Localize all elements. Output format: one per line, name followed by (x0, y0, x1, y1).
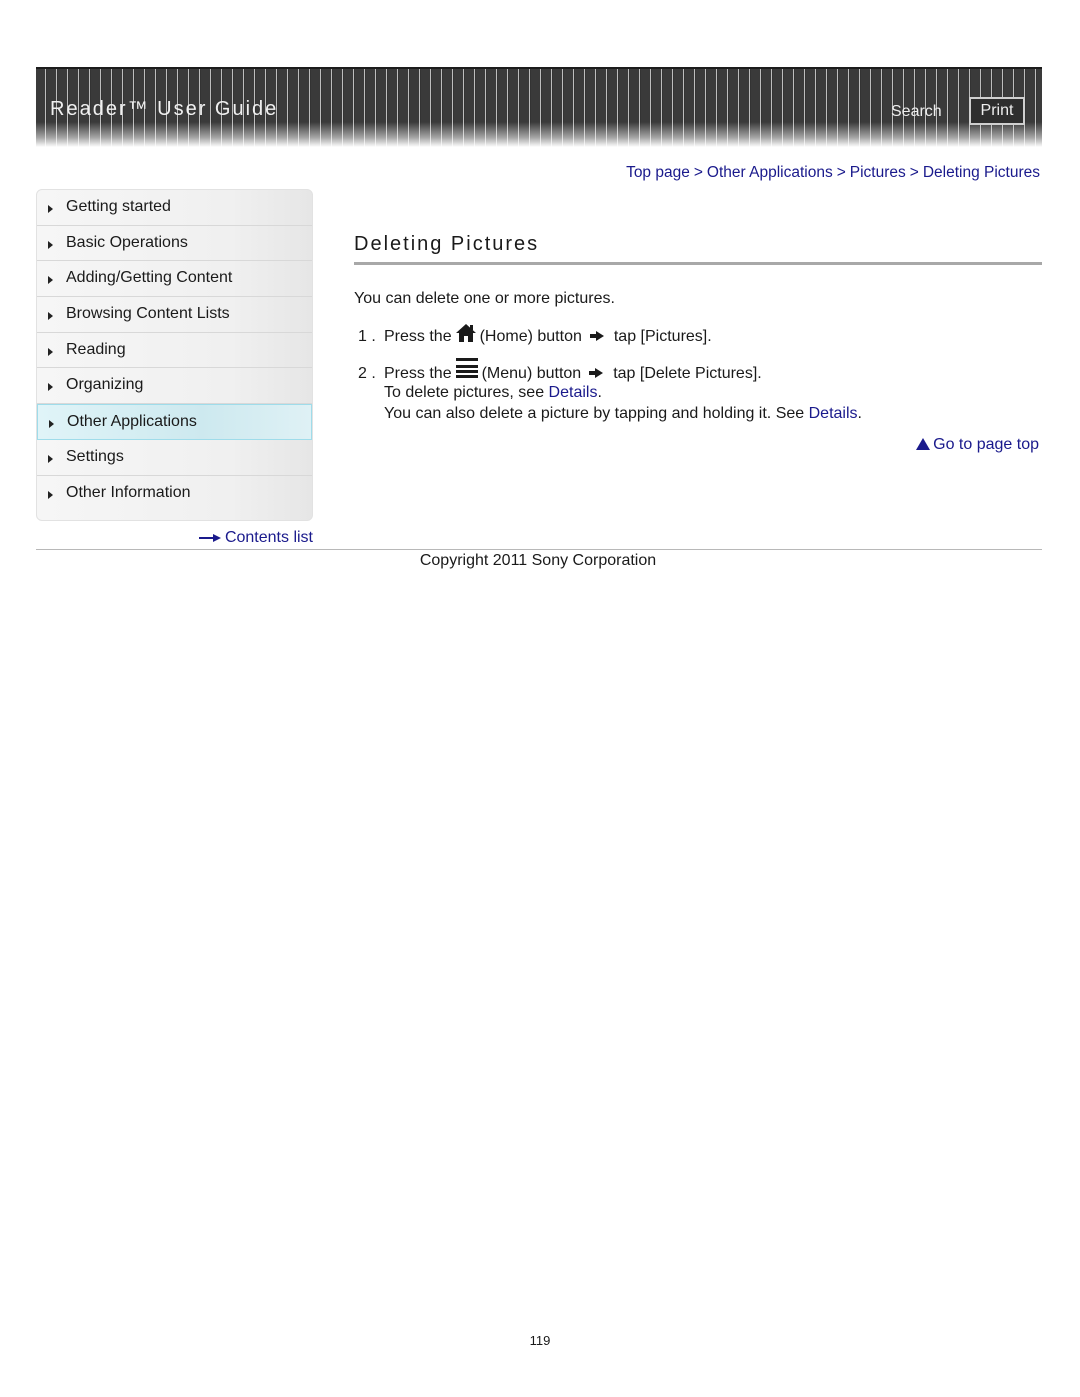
step-button: (Home) button (479, 328, 582, 345)
caret-right-icon (48, 276, 53, 285)
step-action: tap [Pictures]. (613, 328, 712, 345)
sidebar-item-label: Other Applications (67, 413, 197, 431)
note-2: You can also delete a picture by tapping… (384, 405, 862, 423)
step-prefix: Press the (384, 365, 452, 382)
menu-icon (455, 358, 479, 385)
header-banner: Reader™ User Guide Search Print (36, 67, 1042, 147)
breadcrumb-top-page[interactable]: Top page (626, 164, 690, 181)
step-action: tap [Delete Pictures]. (613, 365, 762, 382)
step-prefix: Press the (384, 328, 452, 345)
note-suffix: . (857, 405, 862, 422)
breadcrumb-pictures[interactable]: Pictures (850, 164, 906, 181)
sidebar-item-settings[interactable]: Settings (37, 440, 312, 476)
contents-list-link[interactable]: Contents list (198, 529, 313, 547)
step-2: 2 . Press the (Menu) button tap [Delete Pic… (358, 358, 762, 385)
sidebar-item-label: Adding/Getting Content (66, 269, 233, 287)
caret-right-icon (48, 240, 53, 249)
sidebar-item-getting-started[interactable]: Getting started (37, 190, 312, 226)
title-divider (354, 262, 1042, 265)
caret-right-icon (48, 383, 53, 392)
sidebar-item-other-applications[interactable]: Other Applications (37, 404, 312, 440)
sidebar-nav: Getting started Basic Operations Adding/… (36, 189, 313, 521)
breadcrumb-deleting-pictures[interactable]: Deleting Pictures (923, 164, 1040, 181)
breadcrumb-separator: > (836, 164, 846, 181)
arrow-right-icon (589, 365, 604, 383)
go-to-page-top-link[interactable]: Go to page top (916, 436, 1039, 454)
note-1: To delete pictures, see Details. (384, 384, 602, 402)
home-icon (455, 323, 477, 348)
caret-right-icon (48, 205, 53, 213)
note-suffix: . (597, 384, 602, 401)
arrow-right-icon (589, 328, 604, 346)
details-link[interactable]: Details (549, 384, 598, 401)
breadcrumb-separator: > (909, 164, 919, 181)
step-number: 2 . (358, 365, 376, 382)
note-text: You can also delete a picture by tapping… (384, 405, 809, 422)
caret-right-icon (49, 420, 54, 429)
contents-list-label: Contents list (224, 529, 313, 547)
sidebar-item-label: Getting started (66, 198, 171, 215)
sidebar-item-label: Other Information (66, 483, 191, 501)
intro-text: You can delete one or more pictures. (354, 290, 615, 307)
breadcrumb: Top page > Other Applications > Pictures > Del… (626, 164, 1040, 182)
page-number: 119 (529, 1333, 551, 1348)
guide-title: Reader™ User Guide (50, 98, 279, 120)
breadcrumb-other-applications[interactable]: Other Applications (707, 164, 833, 181)
footer-divider (36, 549, 1042, 550)
caret-right-icon (48, 312, 53, 321)
sidebar-item-label: Organizing (66, 376, 144, 394)
triangle-up-icon (916, 438, 931, 450)
sidebar-item-browsing-content-lists[interactable]: Browsing Content Lists (37, 297, 312, 333)
note-text: To delete pictures, see (384, 384, 549, 401)
sidebar-item-organizing[interactable]: Organizing (37, 368, 312, 405)
sidebar-item-label: Basic Operations (66, 233, 188, 251)
step-1: 1 . Press the (Home) button tap [Pictures]. (358, 323, 712, 348)
step-button: (Menu) button (481, 365, 582, 382)
sidebar-item-other-information[interactable]: Other Information (37, 476, 312, 512)
sidebar-item-label: Reading (66, 340, 126, 358)
caret-right-icon (48, 454, 53, 463)
sidebar-item-label: Settings (66, 447, 124, 465)
long-arrow-right-icon (198, 529, 221, 547)
details-link[interactable]: Details (809, 405, 858, 422)
sidebar-item-label: Browsing Content Lists (66, 305, 230, 323)
caret-right-icon (48, 490, 53, 499)
copyright-text: Copyright 2011 Sony Corporation (419, 552, 657, 569)
sidebar-item-basic-operations[interactable]: Basic Operations (37, 226, 312, 262)
print-button[interactable]: Print (969, 97, 1025, 125)
go-to-page-top-label: Go to page top (933, 436, 1039, 453)
search-link[interactable]: Search (891, 103, 942, 121)
step-number: 1 . (358, 328, 376, 345)
caret-right-icon (48, 347, 53, 356)
sidebar-item-adding-getting-content[interactable]: Adding/Getting Content (37, 261, 312, 298)
breadcrumb-separator: > (693, 164, 703, 181)
sidebar-item-reading[interactable]: Reading (37, 333, 312, 369)
page-title: Deleting Pictures (354, 233, 540, 255)
